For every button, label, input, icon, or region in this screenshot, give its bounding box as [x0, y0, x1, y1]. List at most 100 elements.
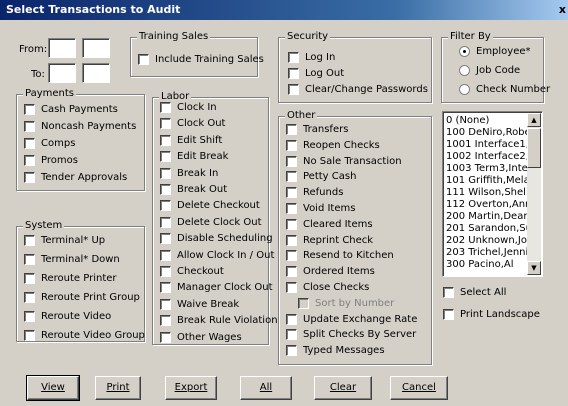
checkbox-other-wages[interactable]: Other Wages [160, 331, 242, 343]
employee-listbox[interactable]: 0 (None)100 DeNiro,Robert1001 Interface1… [442, 111, 543, 277]
list-item[interactable]: 200 Martin,Dean [446, 211, 528, 223]
checkbox-box[interactable] [24, 155, 35, 166]
list-item[interactable]: 202 Unknown,John [446, 235, 528, 247]
checkbox-noncash-payments[interactable]: Noncash Payments [24, 121, 136, 132]
checkbox-edit-shift[interactable]: Edit Shift [160, 134, 222, 146]
checkbox-close-checks[interactable]: Close Checks [286, 282, 369, 293]
clear-button[interactable]: Clear [314, 376, 372, 400]
checkbox-checkout[interactable]: Checkout [160, 266, 224, 277]
checkbox-promos[interactable]: Promos [24, 155, 78, 166]
checkbox-box[interactable] [443, 287, 454, 298]
from-date-field[interactable] [48, 38, 76, 58]
checkbox-delete-clock-out[interactable]: Delete Clock Out [160, 216, 262, 228]
list-item[interactable]: 300 Pacino,Al [446, 259, 528, 271]
checkbox-split-checks-by-server[interactable]: Split Checks By Server [286, 329, 416, 341]
checkbox-box[interactable] [160, 200, 171, 212]
checkbox-break-out[interactable]: Break Out [160, 184, 227, 195]
checkbox-reroute-video-group[interactable]: Reroute Video Group [24, 330, 145, 341]
checkbox-terminal-up[interactable]: Terminal* Up [24, 235, 105, 246]
radio-employee[interactable]: Employee* [459, 46, 531, 57]
checkbox-box[interactable] [160, 282, 171, 294]
export-button[interactable]: Export [165, 376, 217, 400]
checkbox-box[interactable] [24, 292, 35, 303]
checkbox-log-out[interactable]: Log Out [288, 68, 344, 79]
checkbox-box[interactable] [160, 249, 171, 261]
checkbox-box[interactable] [160, 184, 171, 195]
checkbox-box[interactable] [288, 68, 299, 79]
checkbox-reroute-print-group[interactable]: Reroute Print Group [24, 292, 140, 303]
checkbox-break-in[interactable]: Break In [160, 167, 218, 179]
checkbox-box[interactable] [160, 102, 171, 113]
checkbox-break-rule-violation[interactable]: Break Rule Violation [160, 315, 278, 327]
checkbox-comps[interactable]: Comps [24, 138, 75, 149]
list-item[interactable]: 1001 Interface1,AT [446, 139, 528, 151]
checkbox-box[interactable] [288, 84, 299, 95]
select-all-checkbox[interactable]: Select All [443, 287, 506, 298]
checkbox-box[interactable] [160, 233, 171, 245]
checkbox-box[interactable] [24, 311, 35, 322]
all-button[interactable]: All [240, 376, 292, 400]
checkbox-reroute-printer[interactable]: Reroute Printer [24, 273, 117, 284]
checkbox-cash-payments[interactable]: Cash Payments [24, 104, 118, 115]
checkbox-reroute-video[interactable]: Reroute Video [24, 311, 111, 322]
checkbox-log-in[interactable]: Log In [288, 52, 335, 63]
checkbox-box[interactable] [286, 187, 297, 199]
to-time-field[interactable] [82, 63, 110, 83]
list-item[interactable]: 112 Overton,Anna [446, 199, 528, 211]
scroll-up-icon[interactable]: ▲ [527, 113, 541, 127]
checkbox-box[interactable] [286, 124, 297, 135]
checkbox-box[interactable] [286, 329, 297, 341]
checkbox-box[interactable] [288, 52, 299, 63]
checkbox-update-exchange-rate[interactable]: Update Exchange Rate [286, 313, 417, 325]
checkbox-disable-scheduling[interactable]: Disable Scheduling [160, 233, 273, 245]
checkbox-allow-clock-in-out[interactable]: Allow Clock In / Out [160, 249, 274, 261]
checkbox-box[interactable] [24, 104, 35, 115]
checkbox-cleared-items[interactable]: Cleared Items [286, 218, 373, 230]
scroll-thumb[interactable] [527, 128, 541, 168]
print-button[interactable]: Print [95, 376, 141, 400]
checkbox-waive-break[interactable]: Waive Break [160, 298, 239, 310]
checkbox-edit-break[interactable]: Edit Break [160, 151, 228, 163]
list-item[interactable]: 0 (None) [446, 115, 528, 127]
print-landscape-checkbox[interactable]: Print Landscape [443, 309, 540, 320]
list-item[interactable]: 1002 Interface2,AT [446, 151, 528, 163]
scroll-down-icon[interactable]: ▼ [527, 261, 541, 275]
checkbox-box[interactable] [286, 155, 297, 167]
checkbox-clock-out[interactable]: Clock Out [160, 118, 225, 130]
checkbox-box[interactable] [24, 330, 35, 341]
list-item[interactable]: 1003 Term3,Interfac [446, 163, 528, 175]
checkbox-terminal-down[interactable]: Terminal* Down [24, 254, 120, 265]
checkbox-clear-change-passwords[interactable]: Clear/Change Passwords [288, 84, 428, 95]
list-item[interactable]: 100 DeNiro,Robert [446, 127, 528, 139]
checkbox-box[interactable] [286, 139, 297, 151]
checkbox-box[interactable] [286, 282, 297, 293]
view-button[interactable]: View [26, 375, 80, 401]
list-item[interactable]: 111 Wilson,Shelli [446, 187, 528, 199]
checkbox-box[interactable] [24, 138, 35, 149]
list-item[interactable]: 203 Trichel,Jennifer [446, 247, 528, 259]
from-time-field[interactable] [82, 38, 110, 58]
checkbox-ordered-items[interactable]: Ordered Items [286, 266, 375, 278]
checkbox-box[interactable] [286, 171, 297, 183]
checkbox-no-sale-transaction[interactable]: No Sale Transaction [286, 155, 402, 167]
checkbox-transfers[interactable]: Transfers [286, 124, 348, 135]
checkbox-box[interactable] [160, 134, 171, 146]
to-date-field[interactable] [48, 63, 76, 83]
radio-check-number[interactable]: Check Number [459, 84, 550, 95]
checkbox-box[interactable] [160, 298, 171, 310]
checkbox-petty-cash[interactable]: Petty Cash [286, 171, 356, 183]
checkbox-box[interactable] [160, 216, 171, 228]
cancel-button[interactable]: Cancel [390, 376, 448, 400]
checkbox-box[interactable] [24, 273, 35, 284]
checkbox-refunds[interactable]: Refunds [286, 187, 343, 199]
checkbox-box[interactable] [286, 203, 297, 214]
radio-dot[interactable] [459, 65, 470, 76]
checkbox-clock-in[interactable]: Clock In [160, 102, 217, 113]
checkbox-box[interactable] [24, 121, 35, 132]
checkbox-box[interactable] [24, 172, 35, 183]
checkbox-box[interactable] [286, 234, 297, 246]
checkbox-box[interactable] [24, 235, 35, 246]
checkbox-box[interactable] [160, 167, 171, 179]
checkbox-typed-messages[interactable]: Typed Messages [286, 345, 385, 357]
include-training-checkbox[interactable]: Include Training Sales [138, 54, 264, 65]
